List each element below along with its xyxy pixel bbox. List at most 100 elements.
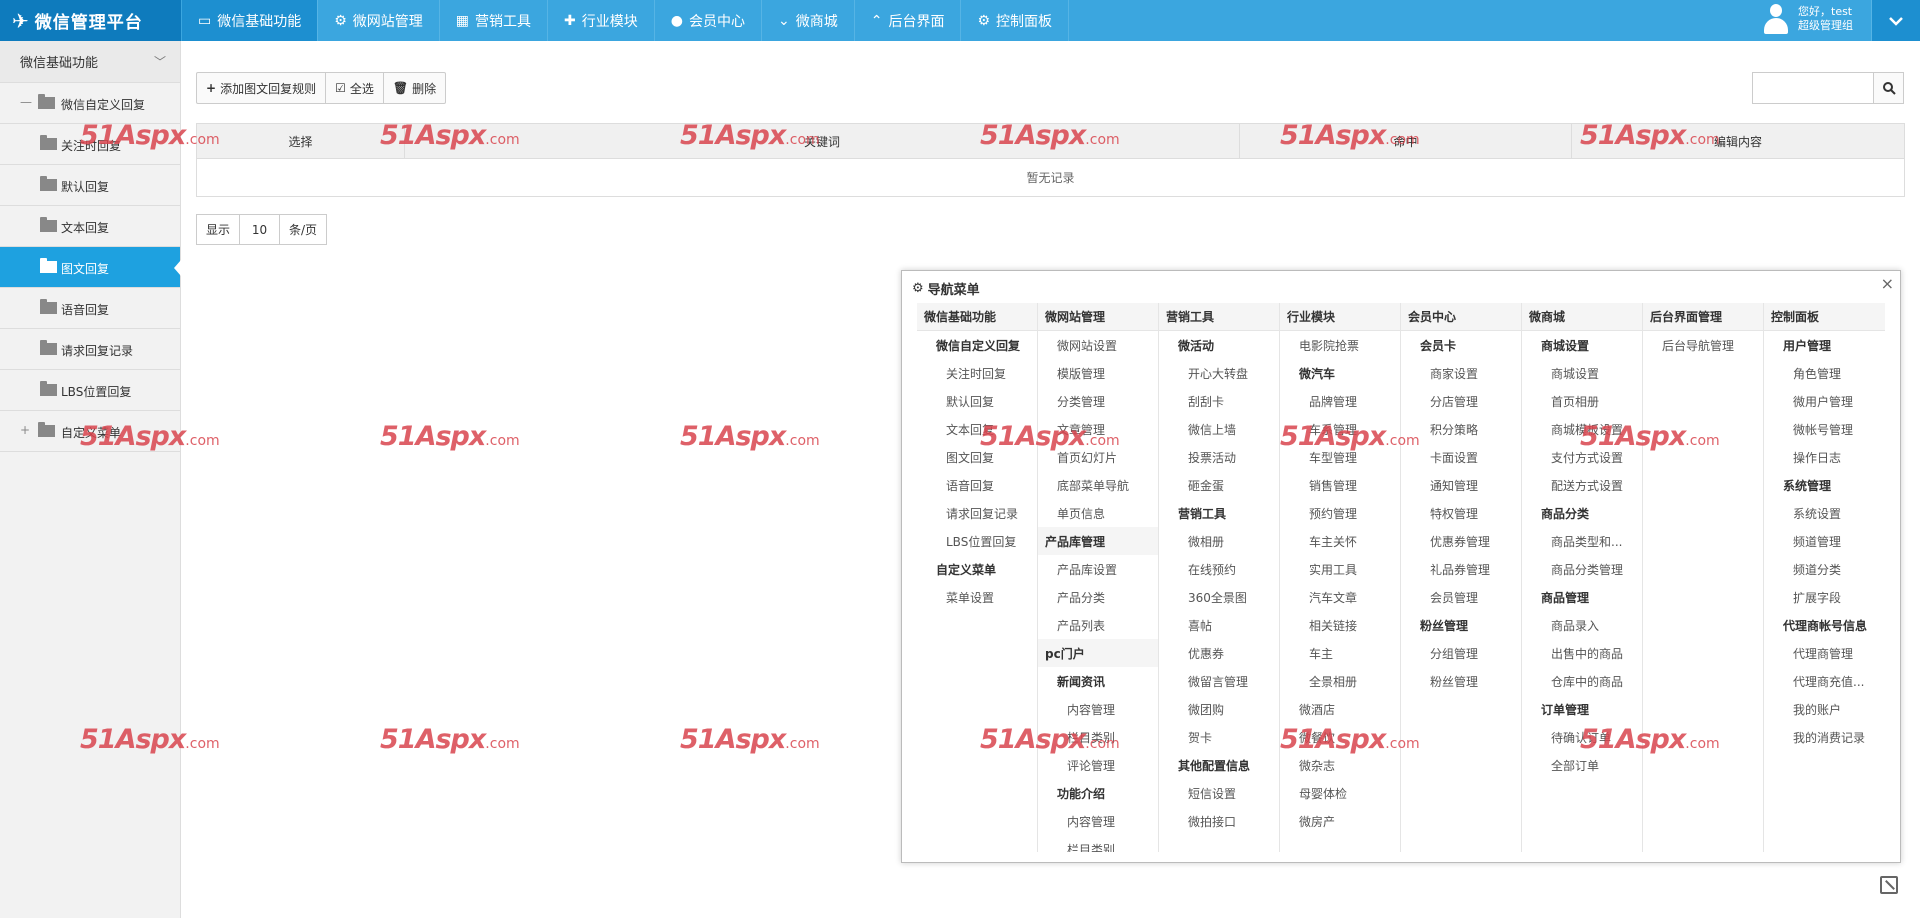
nav-panel-link[interactable]: 后台导航管理 [1643,331,1763,359]
search-input[interactable] [1753,73,1873,103]
nav-panel-link[interactable]: pc门户 [1038,639,1158,667]
nav-panel-link[interactable]: 频道管理 [1764,527,1885,555]
nav-panel-link[interactable]: 微帐号管理 [1764,415,1885,443]
nav-panel-link[interactable]: 微留言管理 [1159,667,1279,695]
nav-panel-column-header[interactable]: 后台界面管理 [1643,303,1763,331]
sidebar-item[interactable]: 请求回复记录 [0,329,180,370]
nav-panel-link[interactable]: 分店管理 [1401,387,1521,415]
nav-panel-link[interactable]: 汽车文章 [1280,583,1400,611]
user-info[interactable]: 您好，test 超级管理组 [1762,4,1853,34]
nav-weixin-basic[interactable]: ▭ 微信基础功能 [182,0,319,41]
nav-panel-link[interactable]: LBS位置回复 [917,527,1037,555]
nav-panel-link[interactable]: 出售中的商品 [1522,639,1642,667]
nav-control-panel[interactable]: ⚙ 控制面板 [961,0,1070,41]
nav-panel-link[interactable]: 仓库中的商品 [1522,667,1642,695]
nav-panel-column-header[interactable]: 微商城 [1522,303,1642,331]
nav-panel-link[interactable]: 单页信息 [1038,499,1158,527]
nav-panel-link[interactable]: 我的账户 [1764,695,1885,723]
nav-panel-link[interactable]: 短信设置 [1159,779,1279,807]
nav-industry[interactable]: ✚ 行业模块 [548,0,655,41]
nav-panel-link[interactable]: 图文回复 [917,443,1037,471]
nav-panel-link[interactable]: 母婴体检 [1280,779,1400,807]
nav-panel-link[interactable]: 配送方式设置 [1522,471,1642,499]
nav-panel-link[interactable]: 用户管理 [1764,331,1885,359]
nav-panel-link[interactable]: 微拍接口 [1159,807,1279,835]
nav-panel-link[interactable]: 微网站设置 [1038,331,1158,359]
nav-panel-link[interactable]: 刮刮卡 [1159,387,1279,415]
logo[interactable]: ✈ 微信管理平台 [0,0,181,41]
nav-panel-link[interactable]: 品牌管理 [1280,387,1400,415]
nav-panel-link[interactable]: 角色管理 [1764,359,1885,387]
nav-panel-link[interactable]: 粉丝管理 [1401,667,1521,695]
sidebar-item[interactable]: — 微信自定义回复 [0,83,180,124]
nav-panel-link[interactable]: 订单管理 [1522,695,1642,723]
nav-panel-link[interactable]: 产品列表 [1038,611,1158,639]
nav-panel-link[interactable]: 车主 [1280,639,1400,667]
nav-panel-link[interactable]: 菜单设置 [917,583,1037,611]
sidebar-item[interactable]: 图文回复 [0,247,181,288]
nav-panel-link[interactable]: 微活动 [1159,331,1279,359]
nav-panel-link[interactable]: 实用工具 [1280,555,1400,583]
nav-panel-link[interactable]: 微汽车 [1280,359,1400,387]
sidebar-item[interactable]: 默认回复 [0,165,180,206]
nav-panel-link[interactable]: 操作日志 [1764,443,1885,471]
nav-panel-link[interactable]: 首页相册 [1522,387,1642,415]
expand-icon[interactable]: + [20,423,30,437]
nav-panel-link[interactable]: 砸金蛋 [1159,471,1279,499]
nav-panel-link[interactable]: 支付方式设置 [1522,443,1642,471]
nav-panel-link[interactable]: 卡面设置 [1401,443,1521,471]
nav-panel-link[interactable]: 微用户管理 [1764,387,1885,415]
nav-panel-link[interactable]: 开心大转盘 [1159,359,1279,387]
nav-microsite[interactable]: ⚙ 微网站管理 [318,0,440,41]
sidebar-item[interactable]: 文本回复 [0,206,180,247]
nav-panel-link[interactable]: 待确认订单 [1522,723,1642,751]
nav-panel-column-header[interactable]: 微网站管理 [1038,303,1158,331]
nav-member[interactable]: ● 会员中心 [655,0,762,41]
nav-panel-link[interactable]: 微餐饮 [1280,723,1400,751]
collapse-icon[interactable]: — [20,95,32,109]
nav-panel-link[interactable]: 商家设置 [1401,359,1521,387]
nav-panel-link[interactable]: 微信自定义回复 [917,331,1037,359]
nav-panel-link[interactable]: 相关链接 [1280,611,1400,639]
nav-panel-link[interactable]: 内容管理 [1038,695,1158,723]
nav-backend-ui[interactable]: ⌃ 后台界面 [855,0,962,41]
nav-panel-column-header[interactable]: 会员中心 [1401,303,1521,331]
nav-panel-link[interactable]: 微杂志 [1280,751,1400,779]
sidebar-item[interactable]: 语音回复 [0,288,180,329]
nav-panel-column-header[interactable]: 营销工具 [1159,303,1279,331]
nav-panel-link[interactable]: 扩展字段 [1764,583,1885,611]
sidebar-item[interactable]: + 自定义菜单 [0,411,180,452]
nav-panel-link[interactable]: 频道分类 [1764,555,1885,583]
sidebar-item[interactable]: LBS位置回复 [0,370,180,411]
nav-panel-link[interactable]: 会员卡 [1401,331,1521,359]
nav-panel-link[interactable]: 默认回复 [917,387,1037,415]
nav-panel-link[interactable]: 分类管理 [1038,387,1158,415]
nav-panel-link[interactable]: 在线预约 [1159,555,1279,583]
nav-panel-link[interactable]: 积分策略 [1401,415,1521,443]
nav-panel-link[interactable]: 文章管理 [1038,415,1158,443]
nav-panel-link[interactable]: 产品分类 [1038,583,1158,611]
nav-panel-link[interactable]: 系统设置 [1764,499,1885,527]
nav-panel-link[interactable]: 微信上墙 [1159,415,1279,443]
nav-panel-link[interactable]: 特权管理 [1401,499,1521,527]
nav-mall[interactable]: ⌄ 微商城 [762,0,855,41]
nav-panel-link[interactable]: 商品管理 [1522,583,1642,611]
nav-panel-link[interactable]: 代理商充值... [1764,667,1885,695]
nav-panel-column-header[interactable]: 控制面板 [1764,303,1885,331]
add-rule-button[interactable]: + 添加图文回复规则 [197,73,327,103]
nav-panel-link[interactable]: 商品类型和... [1522,527,1642,555]
nav-panel-link[interactable]: 微团购 [1159,695,1279,723]
nav-panel-link[interactable]: 商城设置 [1522,359,1642,387]
nav-panel-link[interactable]: 礼品券管理 [1401,555,1521,583]
nav-panel-link[interactable]: 分组管理 [1401,639,1521,667]
nav-panel-link[interactable]: 系统管理 [1764,471,1885,499]
nav-panel-link[interactable]: 喜帖 [1159,611,1279,639]
nav-marketing[interactable]: ▦ 营销工具 [440,0,549,41]
nav-panel-link[interactable]: 我的消费记录 [1764,723,1885,751]
nav-panel-link[interactable]: 微相册 [1159,527,1279,555]
nav-panel-link[interactable]: 底部菜单导航 [1038,471,1158,499]
nav-panel-link[interactable]: 评论管理 [1038,751,1158,779]
nav-panel-link[interactable]: 车型管理 [1280,443,1400,471]
nav-panel-link[interactable]: 通知管理 [1401,471,1521,499]
nav-panel-link[interactable]: 文本回复 [917,415,1037,443]
